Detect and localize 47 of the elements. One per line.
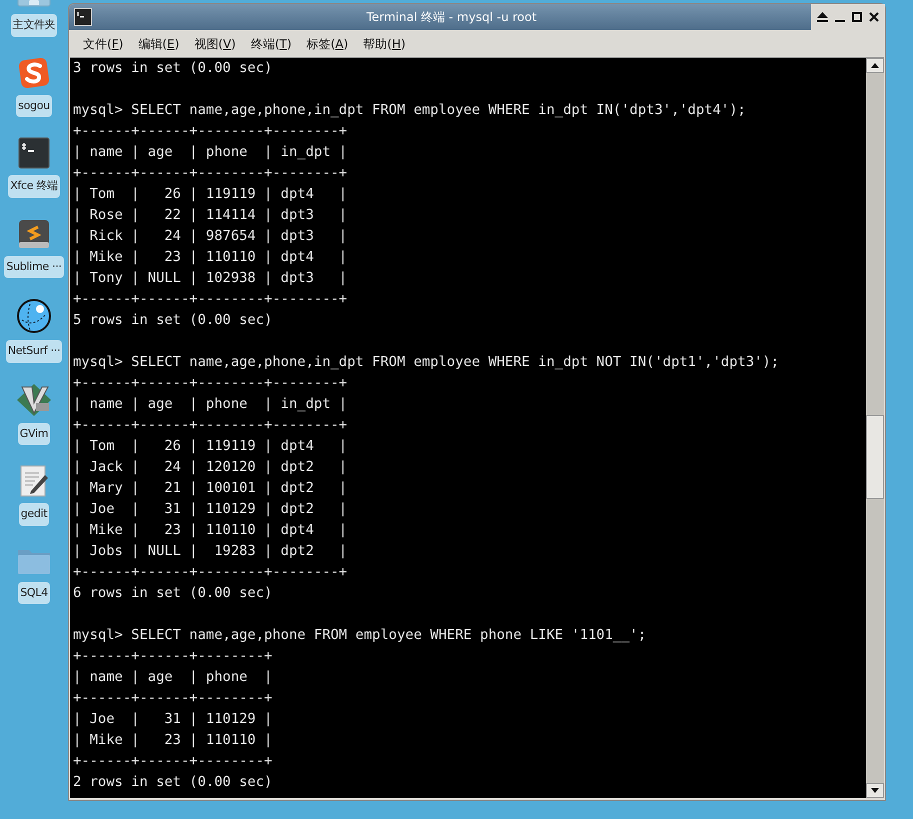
terminal-line: | Tom | 26 | 119119 | dpt4 | <box>73 185 348 204</box>
terminal-line: +------+------+--------+--------+ <box>73 416 348 435</box>
terminal-line: | Joe | 31 | 110129 | <box>73 710 272 729</box>
desktop-icon-label[interactable]: sogou <box>16 94 52 117</box>
terminal-line: +------+------+--------+--------+ <box>73 563 348 582</box>
menu-item[interactable]: 视图(V) <box>194 34 236 52</box>
terminal-line: mysql> SELECT name,age,phone,in_dpt FROM employee WHERE in_dpt IN('dpt3','dpt4'); <box>73 101 746 120</box>
menu-item[interactable]: 文件(F) <box>83 34 124 52</box>
terminal-line: | Tony | NULL | 102938 | dpt3 | <box>73 269 348 288</box>
terminal-line: | Mike | 23 | 110110 | dpt4 | <box>73 521 348 540</box>
terminal-line: | name | age | phone | in_dpt | <box>73 143 348 162</box>
terminal-line: | Tom | 26 | 119119 | dpt4 | <box>73 437 348 456</box>
desktop-icon-label[interactable]: Sublime ··· <box>4 256 64 278</box>
desktop-icon-label[interactable]: SQL4 <box>18 582 50 604</box>
terminal-line: | Mike | 23 | 110110 | dpt4 | <box>73 248 348 267</box>
terminal-line: +------+------+--------+ <box>73 752 272 771</box>
menu-item[interactable]: 终端(T) <box>250 34 292 52</box>
desktop-icon-label[interactable]: Xfce 终端 <box>8 175 60 198</box>
terminal-line: +------+------+--------+--------+ <box>73 290 348 309</box>
terminal-line: 5 rows in set (0.00 sec) <box>73 311 272 330</box>
terminal-line: | name | age | phone | in_dpt | <box>73 395 348 414</box>
menu-item[interactable]: 帮助(H) <box>363 34 406 52</box>
terminal-line: mysql> SELECT name,age,phone FROM employee WHERE phone LIKE '1101__'; <box>73 626 646 645</box>
terminal-line: +------+------+--------+--------+ <box>73 122 348 141</box>
menu-item[interactable]: 标签(A) <box>306 34 348 52</box>
desktop-icon-label[interactable]: 主文件夹 <box>10 14 58 36</box>
terminal-line: | Rose | 22 | 114114 | dpt3 | <box>73 206 348 225</box>
terminal-line: +------+------+--------+--------+ <box>73 374 348 393</box>
terminal-line: | Jack | 24 | 120120 | dpt2 | <box>73 458 348 477</box>
terminal-line: 6 rows in set (0.00 sec) <box>73 584 272 603</box>
terminal-line: | Jobs | NULL | 19283 | dpt2 | <box>73 542 348 561</box>
terminal-line: +------+------+--------+ <box>73 647 272 666</box>
menu-item[interactable]: 编辑(E) <box>138 34 180 52</box>
terminal-line: | name | age | phone | <box>73 668 272 687</box>
terminal-line: mysql> SELECT name,age,phone,in_dpt FROM employee WHERE in_dpt NOT IN('dpt1','dpt3'); <box>73 353 780 372</box>
desktop-icon-label[interactable]: GVim <box>18 422 50 445</box>
terminal-line: | Joe | 31 | 110129 | dpt2 | <box>73 500 348 519</box>
terminal-line: 3 rows in set (0.00 sec) <box>73 59 272 78</box>
desktop-icon-label[interactable]: gedit <box>18 503 50 526</box>
terminal-line: +------+------+--------+--------+ <box>73 164 348 183</box>
terminal-line: | Mary | 21 | 100101 | dpt2 | <box>73 479 348 498</box>
terminal-line: +------+------+--------+ <box>73 689 272 708</box>
window-title: Terminal 终端 - mysql -u root <box>365 9 538 26</box>
desktop-icon-label[interactable]: NetSurf ··· <box>6 340 62 362</box>
terminal-line: | Mike | 23 | 110110 | <box>73 731 272 750</box>
terminal-line: 2 rows in set (0.00 sec) <box>73 773 272 792</box>
terminal-line: | Rick | 24 | 987654 | dpt3 | <box>73 227 348 246</box>
